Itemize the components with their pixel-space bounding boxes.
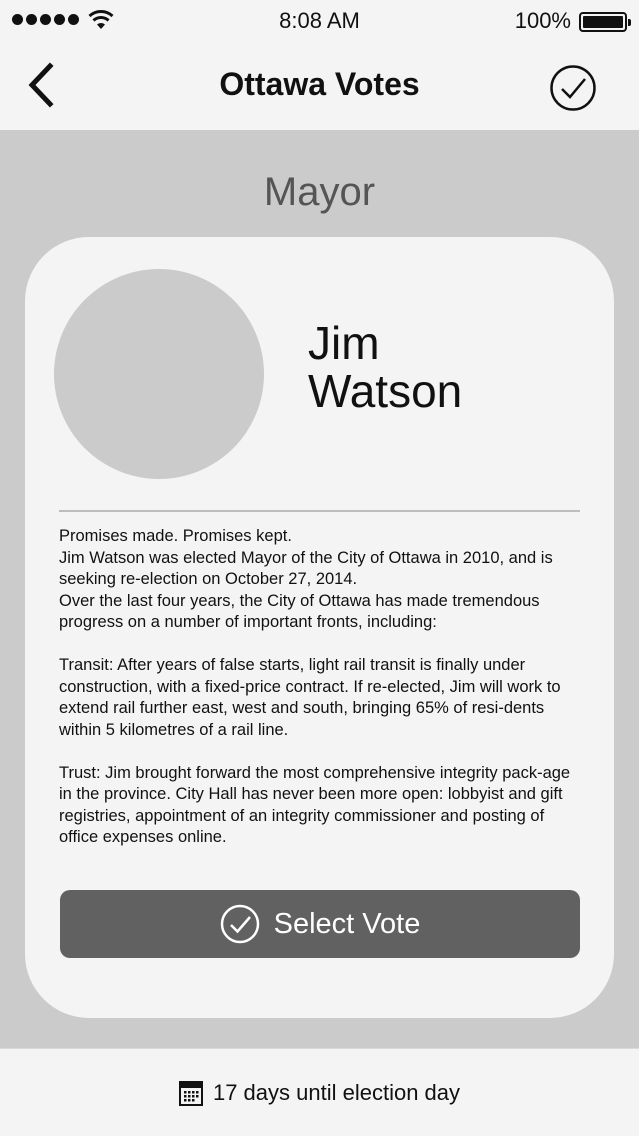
candidate-bio: Promises made. Promises kept. Jim Watson… xyxy=(59,526,583,849)
bio-transit-text: After years of false starts, light rail … xyxy=(59,656,561,739)
select-vote-label: Select Vote xyxy=(273,907,421,940)
candidate-name: Jim Watson xyxy=(308,319,588,415)
countdown-text: 17 days until election day xyxy=(212,1079,461,1105)
bio-trust: Trust: Jim brought forward the most comp… xyxy=(59,763,583,849)
status-bar: 8:08 AM 100% xyxy=(0,0,639,42)
bio-progress: Over the last four years, the City of Ot… xyxy=(59,591,540,632)
check-circle-icon xyxy=(550,65,596,111)
bio-transit-label: Transit: xyxy=(59,656,114,674)
confirm-button[interactable] xyxy=(549,64,597,112)
bio-intro: Jim Watson was elected Mayor of the City… xyxy=(59,548,553,589)
candidate-first-name: Jim xyxy=(308,317,380,369)
candidate-last-name: Watson xyxy=(308,365,463,417)
bio-transit: Transit: After years of false starts, li… xyxy=(59,655,583,741)
calendar-icon xyxy=(178,1080,203,1106)
candidate-avatar xyxy=(54,269,264,479)
bio-trust-text: Jim brought forward the most comprehensi… xyxy=(59,763,571,847)
section-title: Mayor xyxy=(263,170,376,214)
divider xyxy=(59,510,580,512)
battery-percentage: 100% xyxy=(514,8,571,33)
page-title: Ottawa Votes xyxy=(219,66,420,102)
select-vote-button[interactable]: Select Vote xyxy=(60,890,580,958)
election-countdown-bar: 17 days until election day xyxy=(0,1048,639,1136)
battery-icon xyxy=(579,12,631,32)
bio-trust-label: Trust: xyxy=(59,763,101,782)
navigation-bar: Ottawa Votes xyxy=(0,42,639,130)
bio-heading: Promises made. Promises kept. xyxy=(59,527,292,545)
candidate-card: Jim Watson Promises made. Promises kept.… xyxy=(25,237,614,1018)
check-circle-icon xyxy=(220,904,259,944)
